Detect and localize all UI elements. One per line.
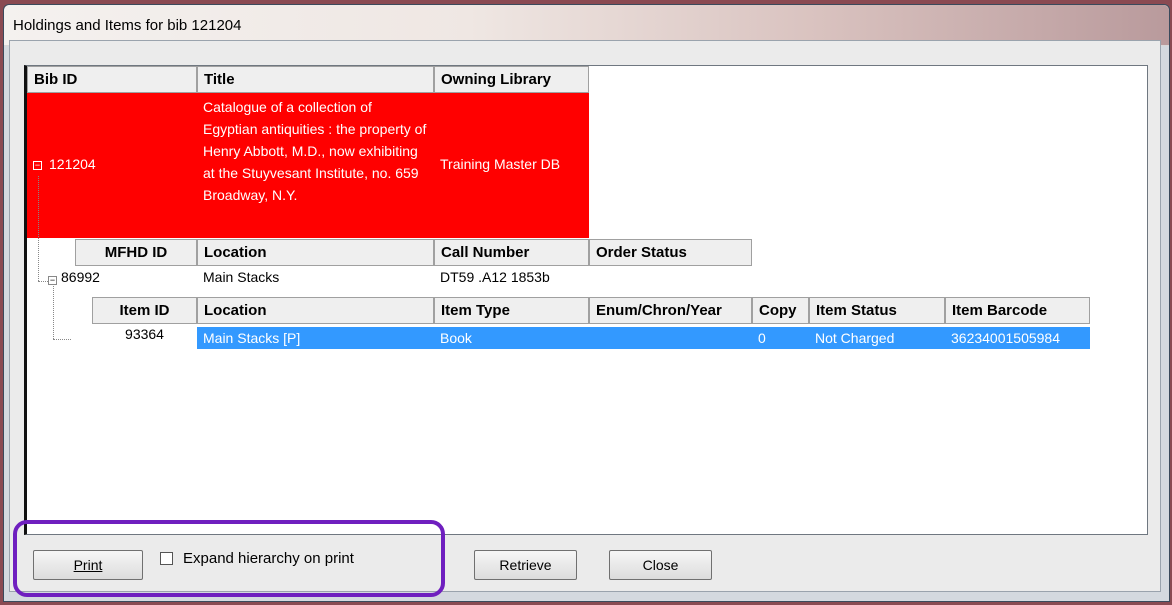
window-title: Holdings and Items for bib 121204 bbox=[13, 17, 242, 34]
mfhd-collapse-icon[interactable]: − bbox=[48, 276, 57, 285]
title-header[interactable]: Title bbox=[197, 66, 434, 93]
item-location-header[interactable]: Location bbox=[197, 297, 434, 324]
bib-title-cell[interactable]: Catalogue of a collection of Egyptian an… bbox=[197, 93, 434, 238]
title-bar[interactable]: Holdings and Items for bib 121204 bbox=[4, 5, 1169, 45]
item-copy-cell[interactable]: 0 bbox=[752, 327, 809, 349]
item-barcode-header[interactable]: Item Barcode bbox=[945, 297, 1090, 324]
collapse-toggle-icon[interactable]: − bbox=[33, 161, 42, 170]
order-status-header[interactable]: Order Status bbox=[589, 239, 752, 266]
item-barcode-cell[interactable]: 36234001505984 bbox=[945, 327, 1090, 349]
item-id-header[interactable]: Item ID bbox=[92, 297, 197, 324]
tree-connector bbox=[53, 339, 71, 340]
tree-connector bbox=[53, 286, 54, 339]
mfhd-id-header[interactable]: MFHD ID bbox=[75, 239, 197, 266]
annotation-highlight-box bbox=[13, 520, 445, 597]
enum-chron-year-header[interactable]: Enum/Chron/Year bbox=[589, 297, 752, 324]
item-type-cell[interactable]: Book bbox=[434, 327, 589, 349]
item-status-cell[interactable]: Not Charged bbox=[809, 327, 945, 349]
mfhd-id-cell[interactable]: 86992 bbox=[59, 269, 197, 291]
mfhd-order-cell[interactable] bbox=[589, 269, 752, 291]
item-type-header[interactable]: Item Type bbox=[434, 297, 589, 324]
close-button-label: Close bbox=[642, 557, 679, 573]
bib-id-cell[interactable]: 121204 bbox=[49, 156, 189, 176]
item-enum-cell[interactable] bbox=[589, 327, 752, 349]
retrieve-button-label: Retrieve bbox=[499, 557, 552, 573]
tree-connector bbox=[38, 176, 39, 281]
bib-library-cell[interactable]: Training Master DB bbox=[434, 93, 589, 238]
item-id-cell[interactable]: 93364 bbox=[92, 326, 197, 348]
bib-id-header[interactable]: Bib ID bbox=[27, 66, 197, 93]
owning-library-header[interactable]: Owning Library bbox=[434, 66, 589, 93]
copy-header[interactable]: Copy bbox=[752, 297, 809, 324]
item-status-header[interactable]: Item Status bbox=[809, 297, 945, 324]
retrieve-button[interactable]: Retrieve bbox=[474, 550, 577, 580]
holdings-tree[interactable]: Bib ID Title Owning Library − 121204 Cat… bbox=[24, 65, 1148, 535]
mfhd-call-cell[interactable]: DT59 .A12 1853b bbox=[434, 269, 589, 291]
mfhd-location-header[interactable]: Location bbox=[197, 239, 434, 266]
close-button[interactable]: Close bbox=[609, 550, 712, 580]
item-location-cell[interactable]: Main Stacks [P] bbox=[197, 327, 434, 349]
mfhd-location-cell[interactable]: Main Stacks bbox=[197, 269, 434, 291]
tree-connector bbox=[38, 281, 48, 282]
call-number-header[interactable]: Call Number bbox=[434, 239, 589, 266]
